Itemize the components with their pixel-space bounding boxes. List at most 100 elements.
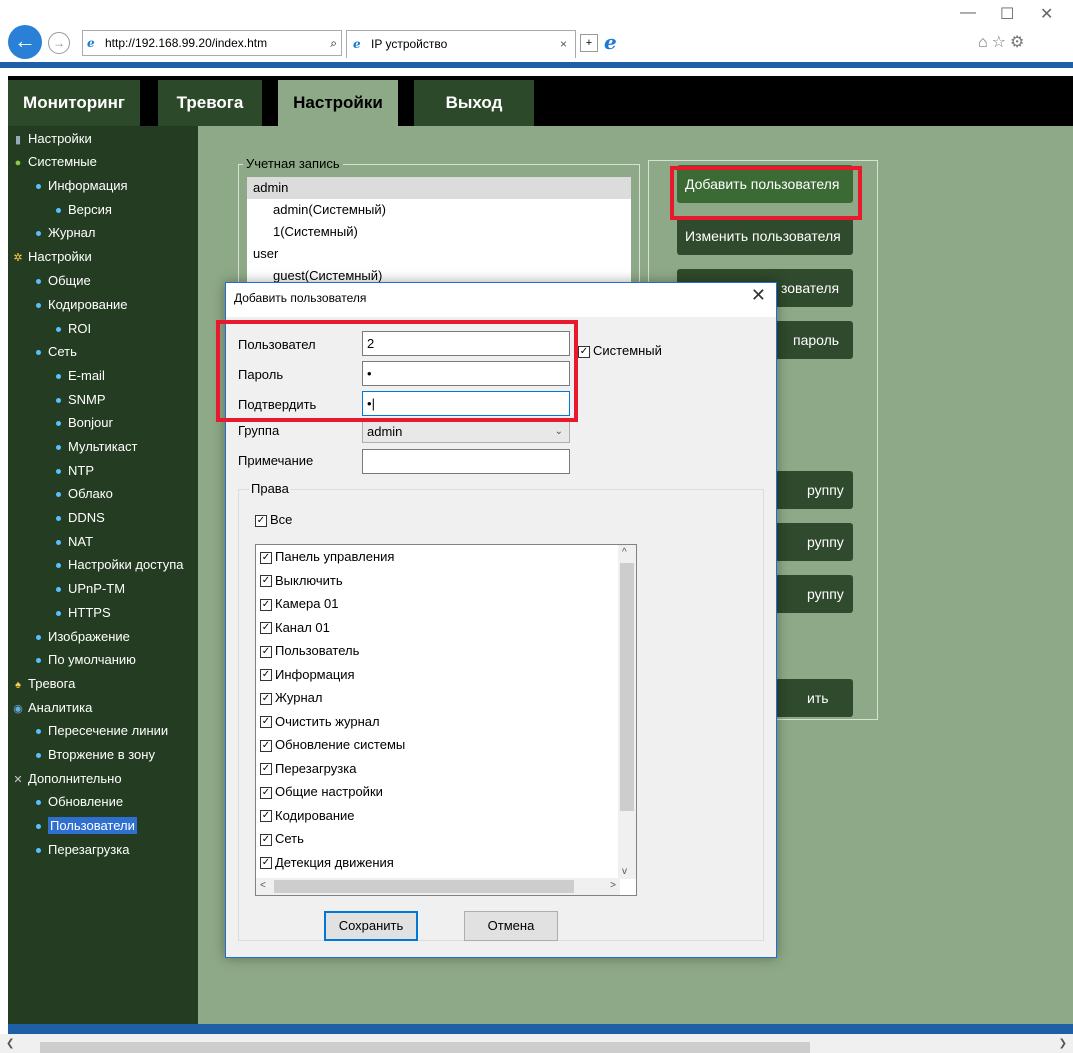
tab-settings[interactable]: Настройки	[278, 80, 398, 126]
tree-access-settings[interactable]: Настройки доступа	[8, 554, 198, 576]
close-window-icon[interactable]: ✕	[1040, 4, 1053, 24]
group-label: Группа	[238, 423, 280, 438]
tree-log[interactable]: Журнал	[8, 222, 95, 244]
forward-button[interactable]: →	[48, 32, 70, 54]
tree-info[interactable]: Информация	[8, 175, 128, 197]
permissions-list[interactable]: ✓ Панель управления ✓ Выключить ✓ Камера 01…	[255, 544, 637, 896]
tree-intrusion[interactable]: Вторжение в зону	[8, 744, 155, 766]
permission-item[interactable]: ✓ Выключить	[256, 569, 636, 593]
edit-user-button[interactable]: Изменить пользователя	[677, 217, 853, 255]
tab-alarm[interactable]: Тревога	[158, 80, 262, 126]
toolbar-icons[interactable]: ⌂☆⚙	[978, 32, 1028, 52]
tree-network[interactable]: Сеть	[8, 341, 77, 363]
permissions-hscroll-thumb[interactable]	[274, 880, 574, 893]
permission-item[interactable]: ✓ Информация	[256, 663, 636, 687]
scroll-left-icon[interactable]: <	[260, 880, 266, 891]
tree-line-crossing[interactable]: Пересечение линии	[8, 720, 168, 742]
chevron-down-icon: ⌄	[554, 426, 563, 437]
tree-ddns[interactable]: DDNS	[8, 507, 105, 529]
permissions-scroll-thumb[interactable]	[620, 563, 634, 811]
tree-cloud[interactable]: Облако	[8, 483, 113, 505]
chrome-separator	[0, 62, 1073, 68]
group-select[interactable]: admin ⌄	[362, 421, 570, 443]
permission-item[interactable]: ✓ Детекция движения	[256, 851, 636, 875]
tree-defaults[interactable]: По умолчанию	[8, 649, 136, 671]
tree-users[interactable]: Пользователи	[8, 815, 137, 837]
account-row[interactable]: user	[247, 243, 631, 265]
ie-tab-icon: e	[353, 37, 361, 51]
info-icon: ●	[14, 157, 22, 169]
permission-item[interactable]: ✓ Панель управления	[256, 545, 636, 569]
all-checkbox[interactable]: ✓ Все	[255, 512, 292, 527]
tree-analytics[interactable]: ◉ Аналитика	[8, 697, 92, 719]
account-legend: Учетная запись	[243, 156, 343, 171]
permission-item[interactable]: ✓ Кодирование	[256, 804, 636, 828]
permission-item[interactable]: ✓ Камера 01	[256, 592, 636, 616]
highlight-add-user	[670, 166, 862, 220]
browser-tab[interactable]: e IP устройство ×	[346, 30, 576, 58]
tree-advanced[interactable]: ✕ Дополнительно	[8, 768, 121, 790]
cancel-button[interactable]: Отмена	[464, 911, 558, 941]
permission-item[interactable]: ✓ Канал 01	[256, 616, 636, 640]
tree-ntp[interactable]: NTP	[8, 460, 94, 482]
bell-icon: ♠	[15, 679, 21, 691]
tree-settings-root[interactable]: ▮ Настройки	[8, 128, 92, 150]
account-row[interactable]: admin(Системный)	[247, 199, 631, 221]
tree-roi[interactable]: ROI	[8, 318, 91, 340]
scroll-down-icon[interactable]: v	[622, 866, 627, 877]
tree-update[interactable]: Обновление	[8, 791, 123, 813]
tree-snmp[interactable]: SNMP	[8, 389, 106, 411]
tree-https[interactable]: HTTPS	[8, 602, 111, 624]
permissions-horizontal-scrollbar[interactable]: < >	[256, 878, 620, 895]
tab-close-icon[interactable]: ×	[560, 31, 567, 57]
system-checkbox[interactable]: ✓ Системный	[578, 343, 662, 358]
tree-upnp[interactable]: UPnP-TM	[8, 578, 125, 600]
tree-general[interactable]: Общие	[8, 270, 91, 292]
tree-bonjour[interactable]: Bonjour	[8, 412, 113, 434]
account-row[interactable]: admin	[247, 177, 631, 199]
scroll-up-icon[interactable]: ^	[622, 547, 627, 558]
scroll-right-icon[interactable]: ❯	[1059, 1038, 1067, 1049]
page-horizontal-scrollbar[interactable]: ❮ ❯	[0, 1034, 1073, 1053]
tree-encoding[interactable]: Кодирование	[8, 294, 128, 316]
analytics-icon: ◉	[13, 703, 23, 715]
permission-item[interactable]: ✓ Обновление системы	[256, 733, 636, 757]
note-input[interactable]	[362, 449, 570, 474]
permission-item[interactable]: ✓ Сеть	[256, 827, 636, 851]
ie-logo-icon: e	[87, 36, 95, 50]
permission-item[interactable]: ✓ Журнал	[256, 686, 636, 710]
account-row[interactable]: 1(Системный)	[247, 221, 631, 243]
tree-version[interactable]: Версия	[8, 199, 112, 221]
maximize-icon[interactable]: ☐	[1000, 4, 1014, 24]
tree-reboot[interactable]: Перезагрузка	[8, 839, 129, 861]
permission-item[interactable]: ✓ Пользователь	[256, 639, 636, 663]
save-button[interactable]: Сохранить	[324, 911, 418, 941]
tree-email[interactable]: E-mail	[8, 365, 105, 387]
tree-nat[interactable]: NAT	[8, 531, 93, 553]
back-button[interactable]: ←	[8, 25, 42, 59]
top-nav: Мониторинг Тревога Настройки Выход	[8, 76, 1073, 126]
tree-alarm[interactable]: ♠ Тревога	[8, 673, 75, 695]
address-text: http://192.168.99.20/index.htm	[105, 36, 268, 50]
tab-exit[interactable]: Выход	[414, 80, 534, 126]
new-tab-button[interactable]: +	[580, 34, 598, 52]
permission-item[interactable]: ✓ Общие настройки	[256, 780, 636, 804]
tree-system[interactable]: ● Системные	[8, 151, 97, 173]
browser-chrome: — ☐ ✕ ← → e http://192.168.99.20/index.h…	[0, 0, 1073, 68]
tools-icon: ✕	[13, 774, 23, 786]
scroll-right-icon[interactable]: >	[610, 880, 616, 891]
minimize-icon[interactable]: —	[960, 4, 976, 22]
dialog-title: Добавить пользователя	[234, 291, 367, 305]
search-icon[interactable]: ⌕	[327, 31, 337, 55]
tree-image[interactable]: Изображение	[8, 626, 130, 648]
permission-item[interactable]: ✓ Очистить журнал	[256, 710, 636, 734]
dialog-close-icon[interactable]: ✕	[751, 285, 766, 306]
permission-item[interactable]: ✓ Перезагрузка	[256, 757, 636, 781]
scroll-left-icon[interactable]: ❮	[6, 1038, 14, 1049]
page-scroll-thumb[interactable]	[40, 1042, 810, 1053]
tab-monitoring[interactable]: Мониторинг	[8, 80, 140, 126]
address-bar[interactable]: e http://192.168.99.20/index.htm ⌕	[82, 30, 342, 56]
permissions-vertical-scrollbar[interactable]: ^ v	[618, 545, 636, 879]
tree-settings[interactable]: ✲ Настройки	[8, 246, 91, 268]
tree-multicast[interactable]: Мультикаст	[8, 436, 137, 458]
